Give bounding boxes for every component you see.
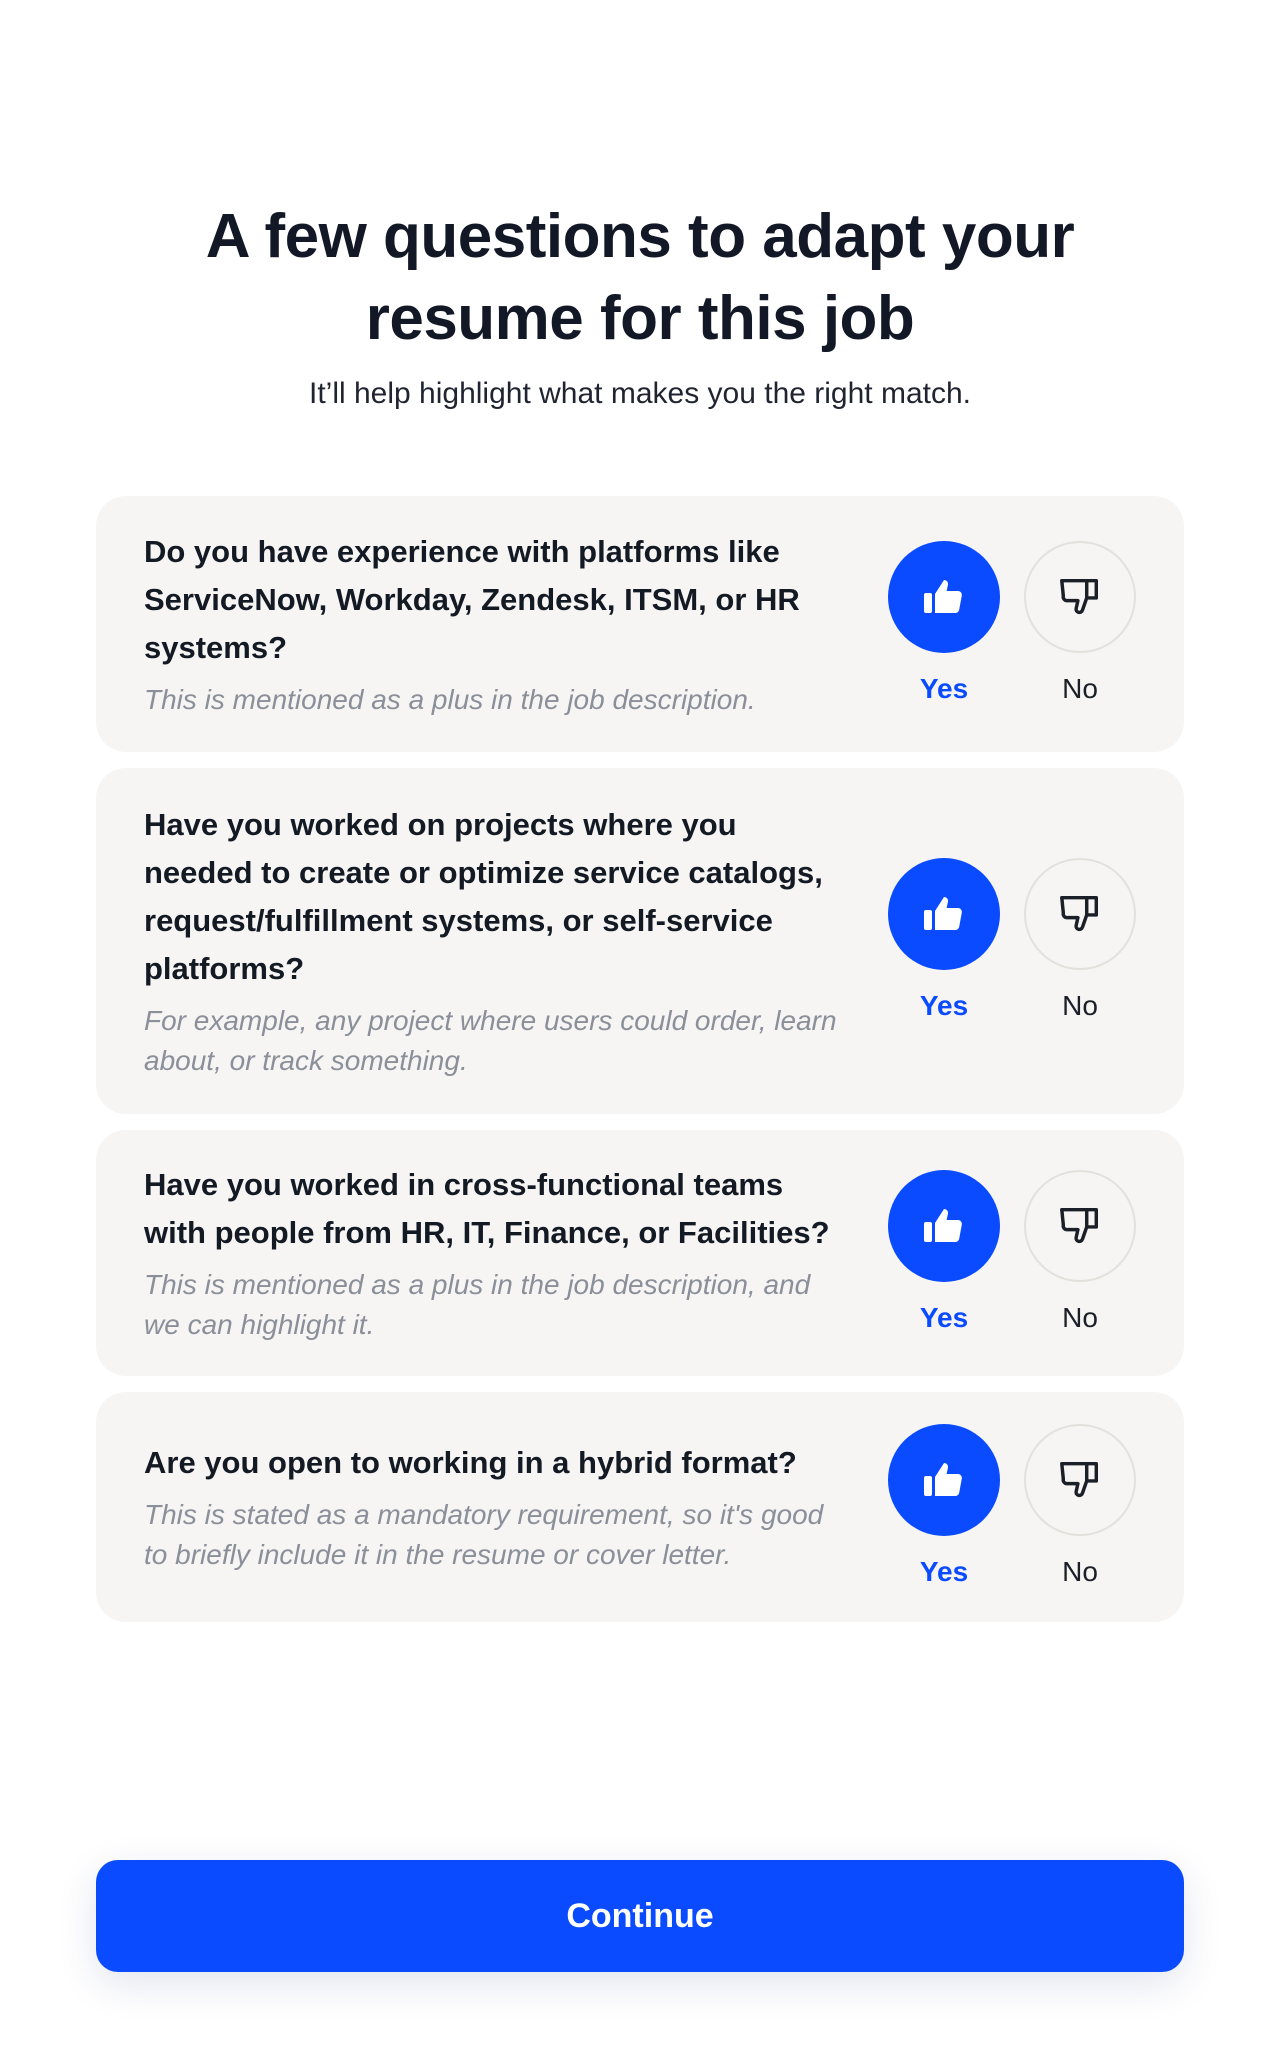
- page-title: A few questions to adapt your resume for…: [205, 202, 1075, 353]
- yes-button[interactable]: [888, 1170, 1000, 1282]
- answer-choices: Yes No: [888, 858, 1136, 1024]
- yes-label: Yes: [919, 1556, 969, 1587]
- yes-button[interactable]: [888, 1424, 1000, 1536]
- no-button[interactable]: [1024, 1424, 1136, 1536]
- question-hint: This is mentioned as a plus in the job d…: [144, 684, 756, 715]
- yes-option[interactable]: Yes: [888, 1424, 1000, 1590]
- question-hint: This is mentioned as a plus in the job d…: [144, 1269, 811, 1340]
- yes-label: Yes: [919, 1302, 969, 1333]
- thumbs-down-icon: [1060, 1207, 1099, 1244]
- question-text-block: Have you worked on projects where you ne…: [144, 801, 844, 1081]
- page-header: A few questions to adapt your resume for…: [0, 196, 1280, 414]
- question-card: Do you have experience with platforms li…: [96, 496, 1184, 752]
- question-text: Do you have experience with platforms li…: [144, 534, 800, 665]
- question-text-block: Do you have experience with platforms li…: [144, 528, 844, 720]
- no-option[interactable]: No: [1024, 1424, 1136, 1590]
- thumbs-up-icon: [924, 580, 962, 613]
- page-subtitle: It’ll help highlight what makes you the …: [308, 377, 971, 410]
- no-option[interactable]: No: [1024, 1170, 1136, 1336]
- question-text: Have you worked on projects where you ne…: [144, 807, 823, 986]
- thumbs-up-icon: [924, 1463, 962, 1496]
- question-card: Are you open to working in a hybrid form…: [96, 1392, 1184, 1622]
- question-text: Are you open to working in a hybrid form…: [144, 1445, 797, 1480]
- no-button[interactable]: [1024, 541, 1136, 653]
- no-option[interactable]: No: [1024, 541, 1136, 707]
- yes-button[interactable]: [888, 858, 1000, 970]
- no-label: No: [1062, 1302, 1098, 1333]
- yes-option[interactable]: Yes: [888, 1170, 1000, 1336]
- yes-label: Yes: [919, 673, 969, 704]
- thumbs-up-icon: [924, 1209, 962, 1242]
- no-button[interactable]: [1024, 858, 1136, 970]
- yes-option[interactable]: Yes: [888, 541, 1000, 707]
- yes-button[interactable]: [888, 541, 1000, 653]
- question-text: Have you worked in cross-functional team…: [144, 1167, 830, 1250]
- no-label: No: [1062, 990, 1098, 1021]
- question-text-block: Have you worked in cross-functional team…: [144, 1161, 844, 1345]
- question-list: Do you have experience with platforms li…: [96, 496, 1184, 1638]
- answer-choices: Yes No: [888, 541, 1136, 707]
- question-card: Have you worked in cross-functional team…: [96, 1130, 1184, 1376]
- question-hint: This is stated as a mandatory requiremen…: [144, 1499, 824, 1570]
- no-option[interactable]: No: [1024, 858, 1136, 1024]
- no-label: No: [1062, 673, 1098, 704]
- yes-label: Yes: [919, 990, 969, 1021]
- thumbs-down-icon: [1060, 1461, 1099, 1498]
- question-card: Have you worked on projects where you ne…: [96, 768, 1184, 1114]
- thumbs-down-icon: [1060, 578, 1099, 615]
- question-hint: For example, any project where users cou…: [144, 1005, 837, 1076]
- thumbs-down-icon: [1060, 895, 1099, 932]
- continue-button[interactable]: Continue: [96, 1860, 1184, 1972]
- answer-choices: Yes No: [888, 1424, 1136, 1590]
- no-button[interactable]: [1024, 1170, 1136, 1282]
- yes-option[interactable]: Yes: [888, 858, 1000, 1024]
- question-text-block: Are you open to working in a hybrid form…: [144, 1439, 844, 1575]
- answer-choices: Yes No: [888, 1170, 1136, 1336]
- thumbs-up-icon: [924, 897, 962, 930]
- no-label: No: [1062, 1556, 1098, 1587]
